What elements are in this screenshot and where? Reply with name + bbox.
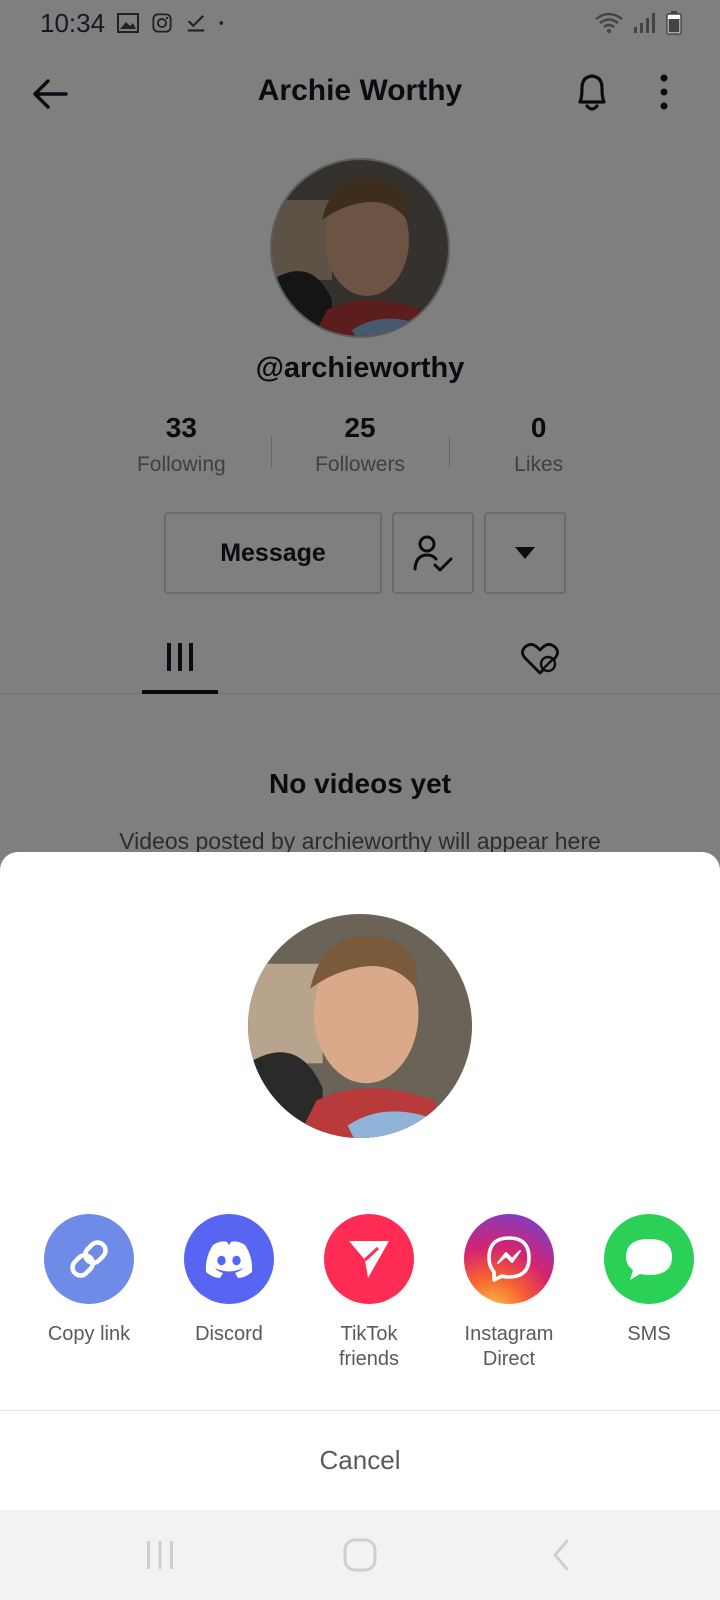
share-option-label: SMS xyxy=(627,1323,671,1345)
messenger-icon xyxy=(464,1214,554,1304)
share-tiktok-friends[interactable]: TikTok friends xyxy=(299,1214,439,1372)
instagram-icon xyxy=(152,13,172,33)
status-right xyxy=(594,11,682,35)
share-copy-link[interactable]: Copy link xyxy=(19,1214,159,1347)
share-discord[interactable]: Discord xyxy=(159,1214,299,1347)
home-button[interactable] xyxy=(330,1532,390,1578)
back-nav-button[interactable] xyxy=(532,1532,592,1578)
share-option-label: Discord xyxy=(195,1323,263,1345)
gallery-icon xyxy=(117,13,140,33)
share-option-label: Copy link xyxy=(47,1323,131,1345)
share-option-label: TikTok friends xyxy=(338,1323,400,1370)
status-left: 10:34 xyxy=(40,8,229,39)
battery-icon xyxy=(666,11,682,35)
notification-dot-icon xyxy=(219,21,224,25)
signal-icon xyxy=(634,13,655,33)
task-check-icon xyxy=(187,14,205,32)
recent-apps-button[interactable] xyxy=(130,1532,190,1578)
cancel-button[interactable]: Cancel xyxy=(0,1411,720,1510)
system-nav-bar xyxy=(0,1510,720,1600)
share-profile-avatar xyxy=(248,914,472,1138)
share-option-label: Instagram Direct xyxy=(464,1323,554,1370)
wifi-icon xyxy=(595,12,623,33)
chevron-left-icon xyxy=(553,1539,569,1571)
home-icon xyxy=(343,1538,377,1572)
chat-bubble-icon xyxy=(604,1214,694,1304)
status-time: 10:34 xyxy=(40,7,106,38)
link-icon xyxy=(44,1214,134,1304)
discord-icon xyxy=(184,1214,274,1304)
share-instagram-direct[interactable]: Instagram Direct xyxy=(439,1214,579,1372)
avatar-photo-image xyxy=(248,914,472,1138)
share-options: Copy link Discord TikTok friends Instagr… xyxy=(0,1214,720,1374)
share-sms[interactable]: SMS xyxy=(579,1214,719,1347)
status-bar: 10:34 xyxy=(0,0,720,46)
recent-apps-icon xyxy=(147,1541,173,1569)
send-icon xyxy=(324,1214,414,1304)
share-sheet: Copy link Discord TikTok friends Instagr… xyxy=(0,852,720,1510)
